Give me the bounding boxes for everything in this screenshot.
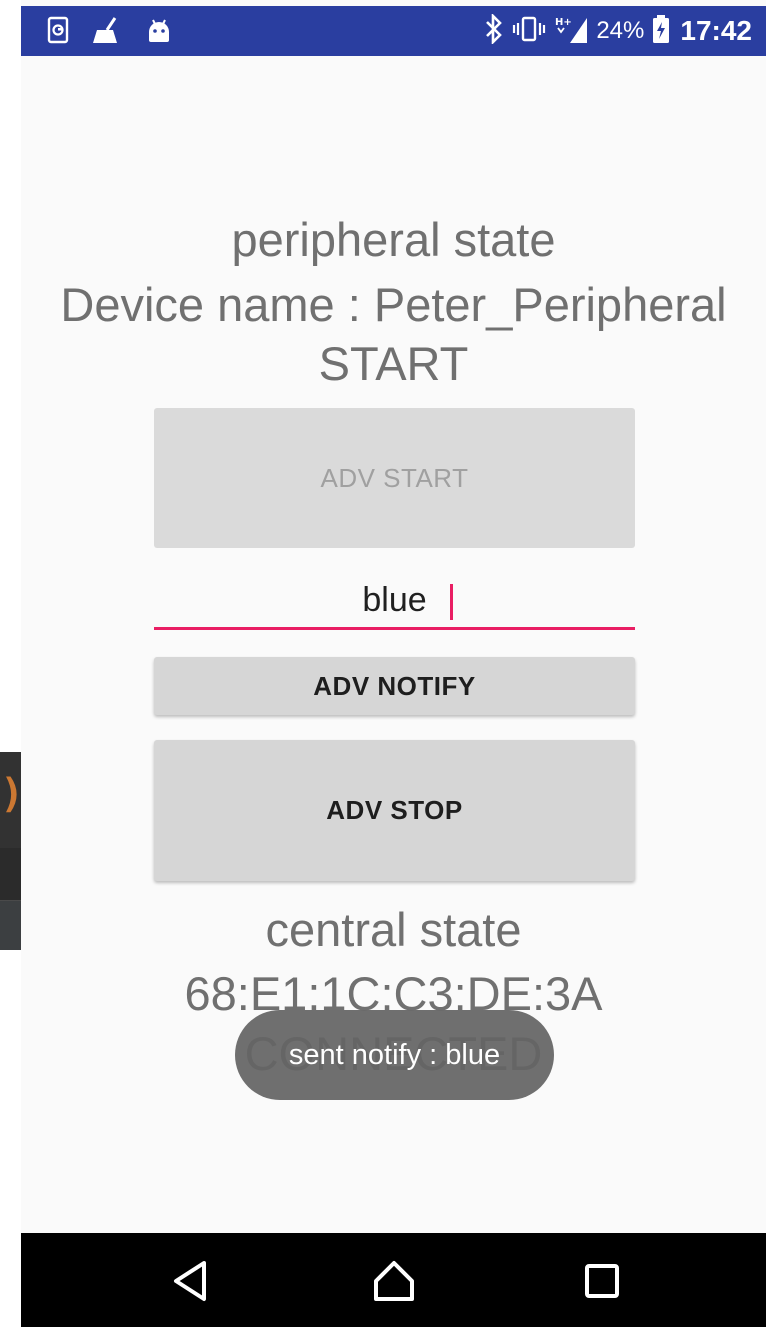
input-underline	[154, 627, 635, 630]
peripheral-state-label: peripheral state	[231, 213, 556, 266]
recents-icon	[585, 1264, 619, 1298]
navigation-bar	[21, 1233, 766, 1327]
home-icon	[374, 1261, 414, 1301]
status-bar: H+ 24% 17:42	[21, 6, 766, 56]
clock: 17:42	[680, 15, 752, 46]
mobile-signal-h-plus-icon: H+	[554, 14, 588, 48]
toast-message: sent notify : blue	[235, 1010, 554, 1100]
central-state-label: central state	[265, 903, 522, 956]
adv-start-button[interactable]: ADV START	[154, 408, 635, 548]
peripheral-status-value: START	[318, 337, 469, 390]
nav-back-button[interactable]	[166, 1257, 214, 1305]
adv-stop-button[interactable]: ADV STOP	[154, 740, 635, 881]
svg-text:H+: H+	[555, 17, 572, 28]
notify-input-container	[154, 572, 635, 630]
vibrate-icon	[512, 15, 546, 47]
notify-message-input[interactable]	[154, 572, 635, 625]
adv-notify-button[interactable]: ADV NOTIFY	[154, 657, 635, 715]
bluetooth-icon	[484, 12, 504, 48]
text-cursor	[450, 584, 453, 620]
screen-record-icon	[47, 16, 69, 48]
battery-charging-icon	[652, 14, 670, 48]
broom-icon	[91, 16, 123, 48]
nav-recents-button[interactable]	[578, 1257, 626, 1305]
phone-screen: H+ 24% 17:42 peripheral state Device nam…	[21, 0, 766, 1327]
device-name-label: Device name : Peter_Peripheral	[60, 278, 727, 331]
android-debug-icon	[145, 16, 173, 48]
battery-percent: 24%	[596, 17, 645, 44]
back-icon	[174, 1261, 206, 1301]
nav-home-button[interactable]	[370, 1257, 418, 1305]
